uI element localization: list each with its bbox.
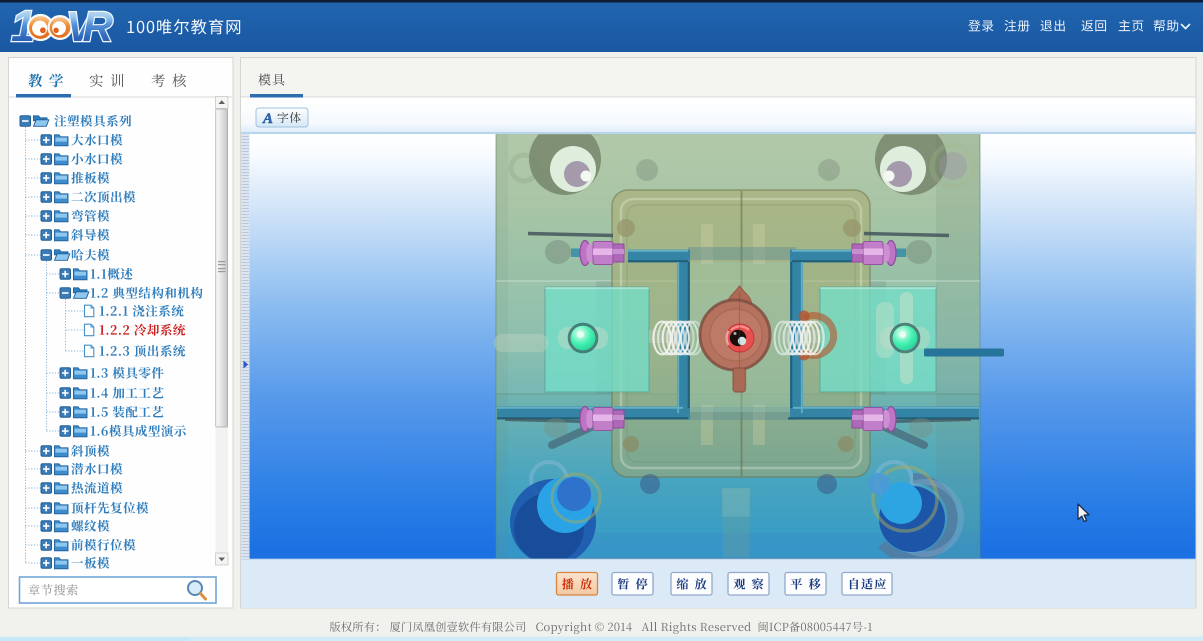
svg-text:A: A [262,111,273,127]
svg-text:VR: VR [66,3,114,50]
